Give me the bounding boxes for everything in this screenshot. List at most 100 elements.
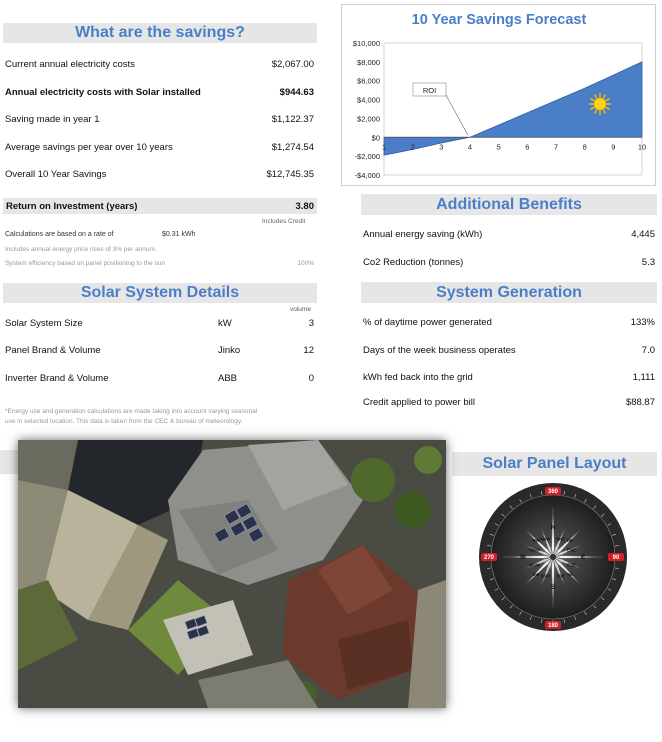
- solar-unit: ABB: [218, 372, 238, 384]
- solar-value: 3: [308, 317, 314, 329]
- solar-unit: Jinko: [218, 344, 241, 356]
- efficiency-value: 100%: [297, 260, 314, 267]
- generation-row: Credit applied to power bill $88.87: [363, 395, 655, 409]
- y-tick-label: -$2,000: [355, 152, 380, 161]
- x-tick-label: 2: [411, 142, 415, 151]
- x-tick-label: 10: [638, 142, 646, 151]
- compass-direction-label: SW: [533, 572, 540, 577]
- roi-label: Return on Investment (years): [6, 200, 138, 212]
- compass-direction-label: E: [581, 554, 586, 561]
- y-tick-label: $10,000: [353, 39, 380, 48]
- solar-label: Solar System Size: [5, 317, 83, 329]
- y-tick-label: $0: [372, 133, 380, 142]
- savings-label: Annual electricity costs with Solar inst…: [5, 86, 201, 98]
- generation-value: 133%: [630, 316, 655, 328]
- sun-icon: [593, 97, 607, 111]
- compass-direction-label: ESE: [567, 563, 576, 568]
- savings-row: Current annual electricity costs $2,067.…: [5, 57, 314, 71]
- compass-direction-label: NE: [567, 538, 573, 543]
- x-tick-label: 7: [554, 142, 558, 151]
- volume-label: volume: [290, 306, 311, 313]
- x-tick-label: 3: [439, 142, 443, 151]
- solar-row: Inverter Brand & Volume ABB 0: [5, 371, 314, 385]
- savings-label: Overall 10 Year Savings: [5, 168, 107, 180]
- savings-header: What are the savings?: [3, 23, 317, 43]
- aerial-photo: [18, 440, 446, 708]
- efficiency-note: System efficiency based on panel positio…: [5, 260, 165, 267]
- compass-icon: N NNE NE ENE E ESE SESSE S SSWSW WSWWWNW NW NNW 360…: [479, 483, 627, 631]
- compass-marker-label: 270: [484, 555, 495, 561]
- generation-value: $88.87: [625, 396, 655, 408]
- compass-direction-label: WSW: [529, 563, 540, 568]
- generation-label: % of daytime power generated: [363, 316, 492, 328]
- generation-header: System Generation: [361, 282, 657, 303]
- y-tick-label: $2,000: [357, 114, 380, 123]
- solar-system-header: Solar System Details: [3, 283, 317, 303]
- footnote: use in selected location. This data is t…: [5, 418, 243, 425]
- rate-value: $0.31 kWh: [162, 231, 196, 238]
- y-tick-label: -$4,000: [355, 171, 380, 180]
- solar-unit: kW: [218, 317, 232, 329]
- x-tick-label: 8: [583, 142, 587, 151]
- y-tick-label: $4,000: [357, 96, 380, 105]
- generation-label: Days of the week business operates: [363, 344, 516, 356]
- generation-value: 7.0: [641, 344, 655, 356]
- benefit-label: Co2 Reduction (tonnes): [363, 256, 464, 268]
- roi-row: Return on Investment (years) 3.80: [3, 198, 317, 214]
- y-tick-label: $8,000: [357, 58, 380, 67]
- includes-credit-note: Includes Credit: [262, 218, 306, 225]
- solar-value: 12: [303, 344, 314, 356]
- compass-marker-label: 90: [613, 555, 620, 561]
- solar-row: Panel Brand & Volume Jinko 12: [5, 343, 314, 357]
- benefit-value: 4,445: [631, 228, 655, 240]
- chart-svg: 10 Year Savings Forecast $10,000 $8,000 $6,…: [353, 12, 646, 180]
- generation-row: Days of the week business operates 7.0: [363, 343, 655, 357]
- savings-row: Saving made in year 1 $1,122.37: [5, 112, 314, 126]
- compass-direction-label: WNW: [529, 547, 540, 552]
- x-tick-label: 6: [525, 142, 529, 151]
- x-tick-label: 4: [468, 142, 472, 151]
- benefits-header: Additional Benefits: [361, 194, 657, 215]
- benefit-label: Annual energy saving (kWh): [363, 228, 483, 240]
- benefit-row: Co2 Reduction (tonnes) 5.3: [363, 255, 655, 269]
- compass-direction-label: NNE: [556, 537, 565, 542]
- savings-value: $1,274.54: [271, 141, 314, 153]
- compass-direction-label: S: [551, 584, 556, 591]
- x-tick-label: 1: [382, 142, 386, 151]
- savings-row: Overall 10 Year Savings $12,745.35: [5, 167, 314, 181]
- y-tick-label: $6,000: [357, 77, 380, 86]
- compass-marker-label: 360: [548, 489, 559, 495]
- x-tick-label: 5: [497, 142, 501, 151]
- compass-direction-label: SE: [567, 572, 573, 577]
- solar-label: Panel Brand & Volume: [5, 344, 101, 356]
- savings-value: $2,067.00: [271, 58, 314, 70]
- solar-row: Solar System Size kW 3: [5, 316, 314, 330]
- savings-label: Saving made in year 1: [5, 113, 100, 125]
- compass-direction-label: SSE: [556, 573, 565, 578]
- roi-label: ROI: [423, 86, 436, 95]
- savings-value: $1,122.37: [271, 113, 314, 125]
- generation-row: kWh fed back into the grid 1,111: [363, 370, 655, 384]
- compass-direction-label: N: [551, 524, 556, 531]
- compass-direction-label: NNW: [540, 537, 550, 542]
- price-rise-note: Includes annual energy price rises of 3%…: [5, 246, 157, 253]
- benefit-row: Annual energy saving (kWh) 4,445: [363, 227, 655, 241]
- savings-value: $944.63: [279, 86, 314, 98]
- roi-value: 3.80: [295, 200, 315, 212]
- solar-value: 0: [308, 372, 314, 384]
- chart-title: 10 Year Savings Forecast: [412, 12, 587, 28]
- savings-label: Average savings per year over 10 years: [5, 141, 173, 153]
- compass-center: [550, 554, 556, 560]
- rate-text: Calculations are based on a rate of: [5, 231, 114, 238]
- savings-forecast-chart: 10 Year Savings Forecast $10,000 $8,000 $6,…: [341, 4, 656, 186]
- generation-value: 1,111: [632, 371, 655, 383]
- benefit-value: 5.3: [641, 256, 655, 268]
- generation-label: kWh fed back into the grid: [363, 371, 473, 383]
- compass-direction-label: ENE: [567, 547, 576, 552]
- footnote: *Energy use and generation calculations …: [5, 408, 258, 415]
- savings-label: Current annual electricity costs: [5, 58, 135, 70]
- generation-row: % of daytime power generated 133%: [363, 315, 655, 329]
- compass-direction-label: SSW: [541, 573, 551, 578]
- savings-value: $12,745.35: [266, 168, 314, 180]
- generation-label: Credit applied to power bill: [363, 396, 475, 408]
